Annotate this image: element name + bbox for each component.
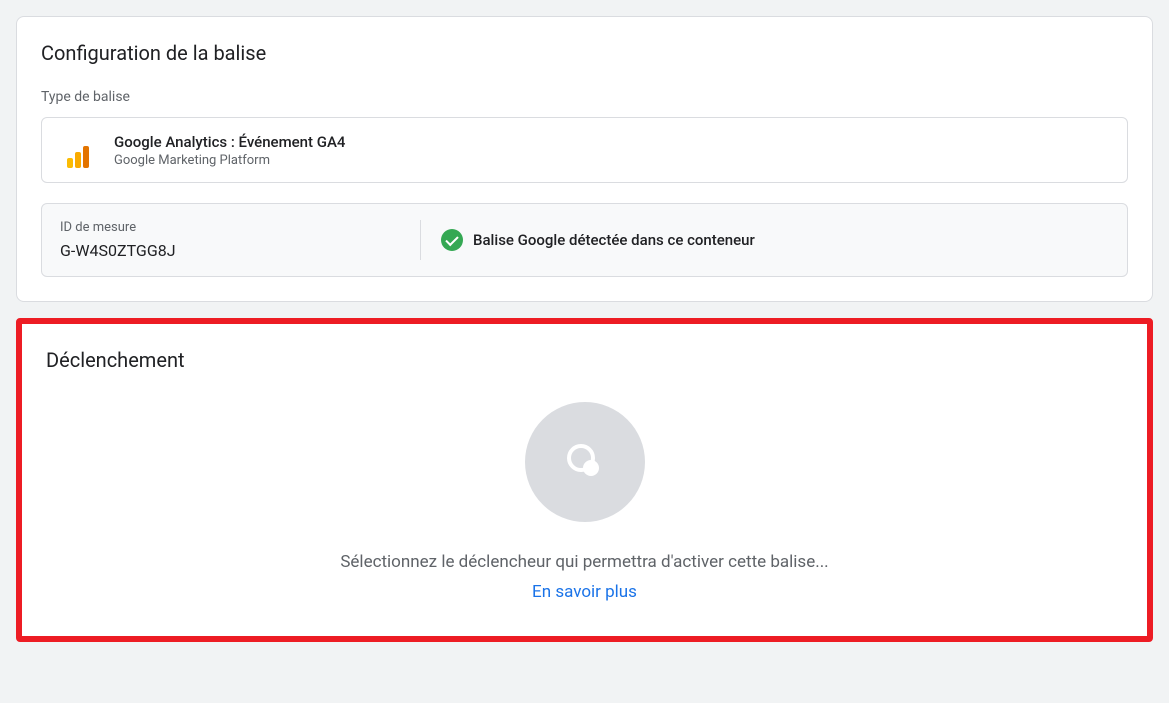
trigger-empty-state[interactable]: Sélectionnez le déclencheur qui permettr… xyxy=(46,372,1123,612)
tag-type-platform: Google Marketing Platform xyxy=(114,153,345,168)
status-text: Balise Google détectée dans ce conteneur xyxy=(473,231,755,249)
tag-type-label: Type de balise xyxy=(41,89,1128,105)
measurement-id-label: ID de mesure xyxy=(60,220,400,235)
divider xyxy=(420,220,421,260)
trigger-empty-text: Sélectionnez le déclencheur qui permettr… xyxy=(340,552,828,572)
tag-config-card: Configuration de la balise Type de balis… xyxy=(16,16,1153,302)
trigger-empty-icon xyxy=(525,402,645,522)
config-title: Configuration de la balise xyxy=(41,41,1128,65)
measurement-status: Balise Google détectée dans ce conteneur xyxy=(441,229,755,251)
checkmark-icon xyxy=(441,229,463,251)
tag-type-name: Google Analytics : Événement GA4 xyxy=(114,133,345,151)
measurement-left: ID de mesure G-W4S0ZTGG8J xyxy=(60,220,420,260)
measurement-id-value: G-W4S0ZTGG8J xyxy=(60,241,400,260)
learn-more-link[interactable]: En savoir plus xyxy=(532,582,637,602)
measurement-row: ID de mesure G-W4S0ZTGG8J Balise Google … xyxy=(41,203,1128,277)
analytics-icon xyxy=(60,132,96,168)
tag-type-text: Google Analytics : Événement GA4 Google … xyxy=(114,133,345,168)
tag-type-selector[interactable]: Google Analytics : Événement GA4 Google … xyxy=(41,117,1128,183)
trigger-card: Déclenchement Sélectionnez le déclencheu… xyxy=(16,318,1153,642)
trigger-title: Déclenchement xyxy=(46,348,1123,372)
